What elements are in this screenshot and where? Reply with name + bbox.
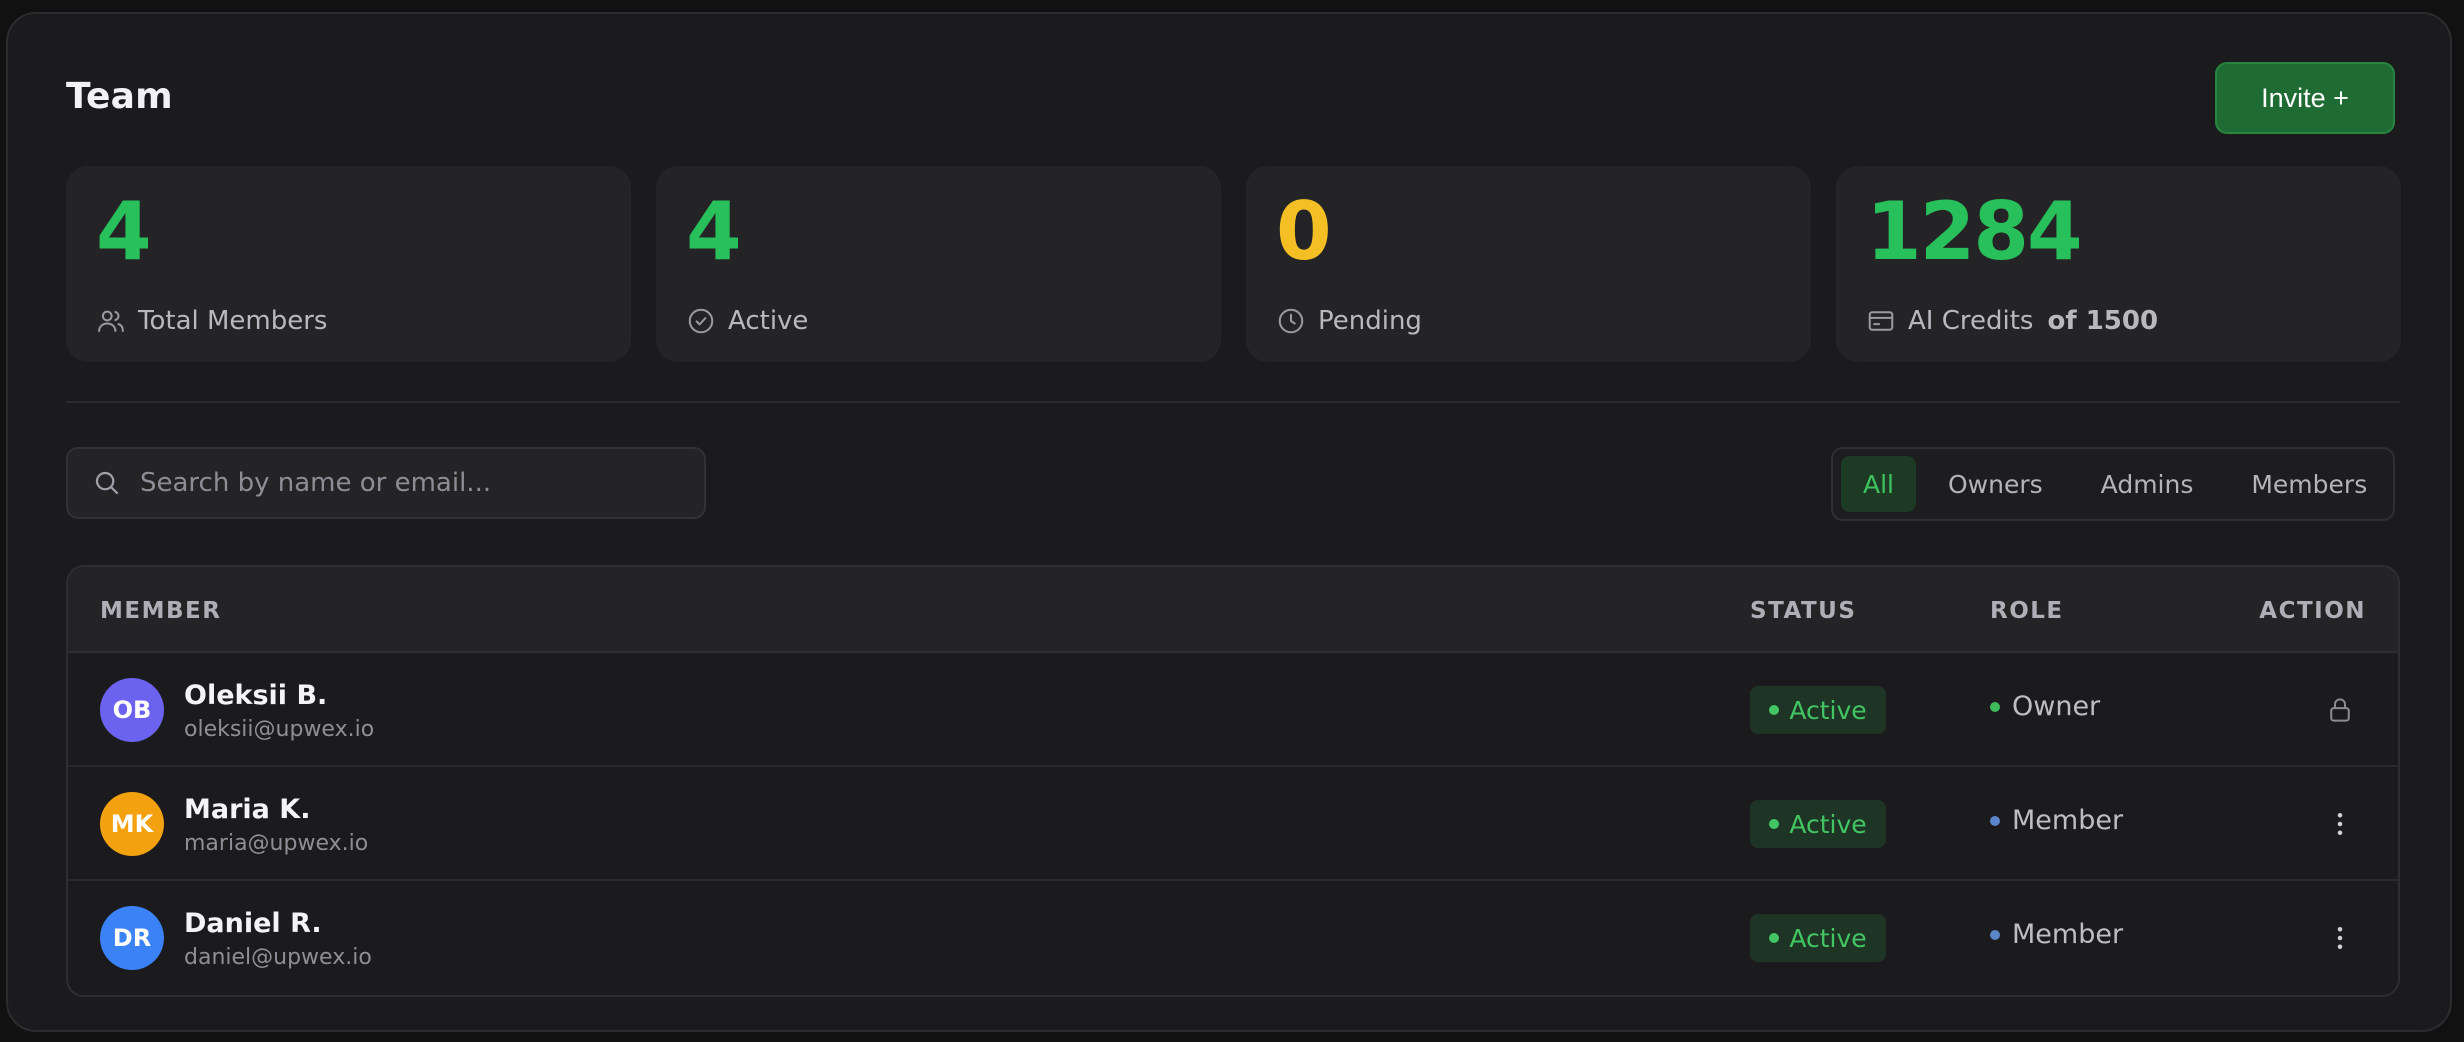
more-vertical-icon [2337,927,2343,949]
invite-button[interactable]: Invite + [2215,62,2395,134]
more-vertical-icon [2337,813,2343,835]
table-row[interactable]: MK Maria K. maria@upwex.io Active Member [68,767,2398,881]
member-email: maria@upwex.io [184,831,369,856]
credit-card-icon [1868,311,1894,331]
stat-card-ai-credits: 1284 AI Credits of 1500 [1836,166,2401,362]
filter-tab-members[interactable]: Members [2225,456,2393,512]
more-actions-button[interactable] [2314,912,2366,964]
stat-label-row: AI Credits of 1500 [1866,306,2158,336]
status-text: Active [1789,923,1867,953]
avatar: OB [100,678,164,742]
stat-value: 4 [96,185,152,278]
member-name: Maria K. [184,794,311,825]
role-label: Member [1990,919,2123,950]
stat-label: Active [728,306,809,336]
role-dot [1990,701,2000,712]
member-name: Oleksii B. [184,680,328,711]
search-input[interactable] [140,468,700,498]
divider [66,401,2400,403]
role-dot [1990,815,2000,826]
member-email: oleksii@upwex.io [184,717,375,742]
column-header-member: MEMBER [100,598,222,624]
status-badge: Active [1750,686,1886,734]
role-label: Owner [1990,691,2100,722]
member-email: daniel@upwex.io [184,945,372,970]
role-text: Owner [2012,691,2101,722]
stat-value: 0 [1276,185,1332,278]
status-dot [1769,705,1780,715]
avatar: DR [100,906,164,970]
action-button [2314,684,2366,736]
more-actions-button[interactable] [2314,798,2366,850]
stat-label: Pending [1318,306,1422,336]
stat-value: 4 [686,185,742,278]
status-text: Active [1789,809,1867,839]
stat-card-active: 4 Active [656,166,1221,362]
avatar: MK [100,792,164,856]
table-header: MEMBER STATUS ROLE ACTION [68,567,2398,653]
status-dot [1769,819,1780,829]
role-text: Member [2012,805,2124,836]
lock-icon [2330,698,2350,722]
stat-card-total-members: 4 Total Members [66,166,631,362]
status-dot [1769,933,1780,943]
stat-label: Total Members [138,306,328,336]
table-row[interactable]: DR Daniel R. daniel@upwex.io Active Memb… [68,881,2398,995]
team-panel: Team Invite + 4 Total Members 4 Active 0… [6,12,2452,1032]
filter-tab-owners[interactable]: Owners [1922,456,2069,512]
stat-sublabel: of 1500 [2047,306,2159,336]
stat-label-row: Active [686,306,808,336]
status-badge: Active [1750,914,1886,962]
search-box[interactable] [66,447,706,519]
role-label: Member [1990,805,2123,836]
column-header-role: ROLE [1990,598,2064,624]
role-filter-tabs: All Owners Admins Members [1831,447,2395,521]
column-header-status: STATUS [1750,598,1857,624]
members-table: MEMBER STATUS ROLE ACTION OB Oleksii B. … [66,565,2400,997]
status-text: Active [1789,695,1867,725]
column-header-action: ACTION [2259,598,2366,624]
page-title: Team [66,76,173,117]
stat-label-row: Pending [1276,306,1422,336]
role-text: Member [2012,919,2124,950]
status-badge: Active [1750,800,1886,848]
filter-tab-admins[interactable]: Admins [2075,456,2220,512]
table-row[interactable]: OB Oleksii B. oleksii@upwex.io Active Ow… [68,653,2398,767]
stat-value: 1284 [1866,185,2083,278]
filter-tab-all[interactable]: All [1841,456,1916,512]
search-icon [95,471,119,495]
users-icon [98,310,124,332]
role-dot [1990,929,2000,940]
stat-label: AI Credits [1908,306,2034,336]
check-circle-icon [688,308,714,334]
clock-icon [1278,308,1304,334]
stat-label-row: Total Members [96,306,327,336]
member-name: Daniel R. [184,908,322,939]
stat-card-pending: 0 Pending [1246,166,1811,362]
